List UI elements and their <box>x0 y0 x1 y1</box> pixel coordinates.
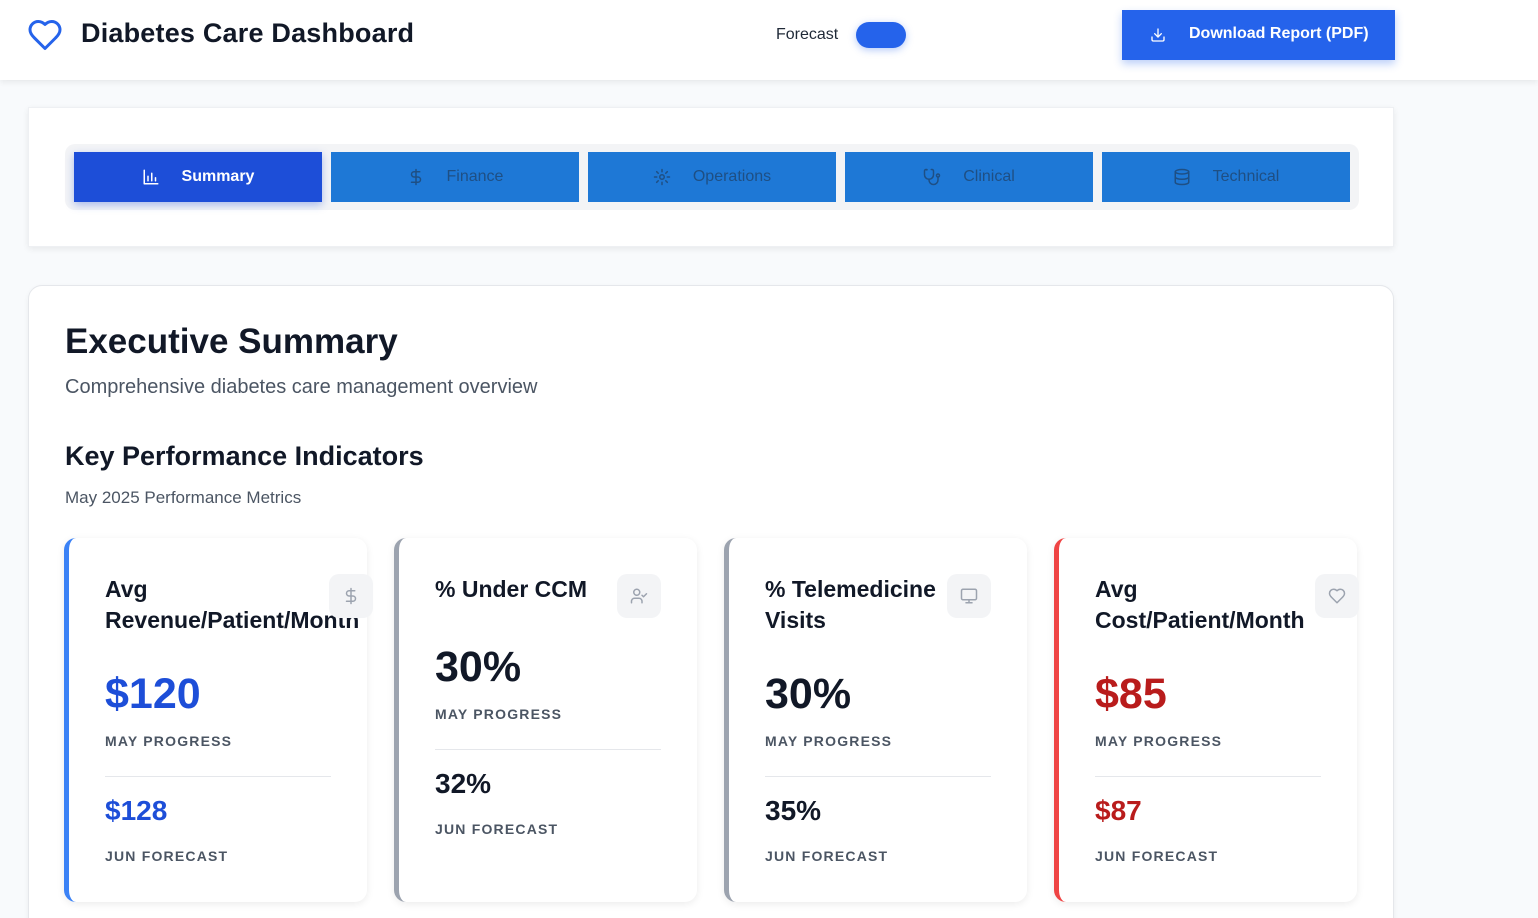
download-report-label: Download Report (PDF) <box>1189 25 1369 42</box>
kpi-card-value-label: MAY PROGRESS <box>1095 733 1223 749</box>
kpi-card-value-label: MAY PROGRESS <box>765 733 893 749</box>
kpi-card-cost: Avg Cost/Patient/Month $85 MAY PROGRESS … <box>1054 538 1359 902</box>
kpi-card-forecast: $87 <box>1095 795 1142 826</box>
tab-label: Operations <box>692 168 772 185</box>
kpi-card-telemedicine: % Telemedicine Visits 30% MAY PROGRESS 3… <box>724 538 1027 902</box>
kpi-card-value: 30% <box>765 670 852 718</box>
tab-label: Clinical <box>963 168 1015 185</box>
tabs-panel: Summary Finance Operations Clinical Tech… <box>28 107 1394 247</box>
kpi-card-forecast-label: JUN FORECAST <box>105 848 229 864</box>
kpi-card-ccm: % Under CCM 30% MAY PROGRESS 32% JUN FOR… <box>394 538 697 902</box>
kpi-card-forecast: 32% <box>435 768 492 799</box>
tab-bar: Summary Finance Operations Clinical Tech… <box>65 144 1359 210</box>
tab-clinical[interactable]: Clinical <box>845 152 1093 202</box>
app-title: Diabetes Care Dashboard <box>81 18 415 48</box>
kpi-section-title: Key Performance Indicators <box>65 441 424 471</box>
kpi-card-forecast: $128 <box>105 795 168 826</box>
dollar-icon <box>407 168 425 186</box>
kpi-card-forecast-label: JUN FORECAST <box>1095 848 1219 864</box>
kpi-card-forecast: 35% <box>765 795 822 826</box>
kpi-card-title: % Telemedicine Visits <box>765 576 936 633</box>
tab-finance[interactable]: Finance <box>331 152 579 202</box>
tab-operations[interactable]: Operations <box>588 152 836 202</box>
kpi-card-forecast-label: JUN FORECAST <box>435 821 559 837</box>
download-icon <box>1150 27 1166 43</box>
stethoscope-icon <box>923 168 941 186</box>
kpi-card-value-label: MAY PROGRESS <box>435 706 563 722</box>
tab-label: Summary <box>181 168 255 185</box>
kpi-card-divider <box>1095 776 1321 777</box>
kpi-card-divider <box>435 749 661 750</box>
tab-summary[interactable]: Summary <box>74 152 322 202</box>
kpi-card-divider <box>105 776 331 777</box>
tab-label: Finance <box>446 168 504 185</box>
kpi-card-divider <box>765 776 991 777</box>
kpi-card-value: 30% <box>435 643 522 691</box>
kpi-card-title: Avg Revenue/Patient/Month <box>105 576 360 633</box>
monitor-icon <box>947 574 991 618</box>
download-report-button[interactable]: Download Report (PDF) <box>1122 10 1395 60</box>
forecast-toggle[interactable] <box>856 22 906 48</box>
page-subtitle: Comprehensive diabetes care management o… <box>65 376 538 398</box>
kpi-card-value-label: MAY PROGRESS <box>105 733 233 749</box>
kpi-card-value: $85 <box>1095 670 1167 718</box>
kpi-section-subtitle: May 2025 Performance Metrics <box>65 488 302 507</box>
heart-icon <box>26 17 64 53</box>
database-icon <box>1173 168 1191 186</box>
tab-technical[interactable]: Technical <box>1102 152 1350 202</box>
user-check-icon <box>617 574 661 618</box>
dollar-icon <box>329 574 373 618</box>
top-header: Diabetes Care Dashboard Forecast Downloa… <box>0 0 1538 80</box>
tab-label: Technical <box>1212 168 1280 185</box>
forecast-toggle-label: Forecast <box>776 26 839 43</box>
kpi-card-value: $120 <box>105 670 201 718</box>
kpi-card-revenue: Avg Revenue/Patient/Month $120 MAY PROGR… <box>64 538 373 902</box>
gear-icon <box>653 168 671 186</box>
page-title: Executive Summary <box>65 322 398 361</box>
kpi-card-forecast-label: JUN FORECAST <box>765 848 889 864</box>
bar-chart-icon <box>142 168 160 186</box>
main-content-panel: Executive Summary Comprehensive diabetes… <box>28 285 1394 918</box>
kpi-card-title: Avg Cost/Patient/Month <box>1095 576 1305 633</box>
heart-icon <box>1315 574 1359 618</box>
